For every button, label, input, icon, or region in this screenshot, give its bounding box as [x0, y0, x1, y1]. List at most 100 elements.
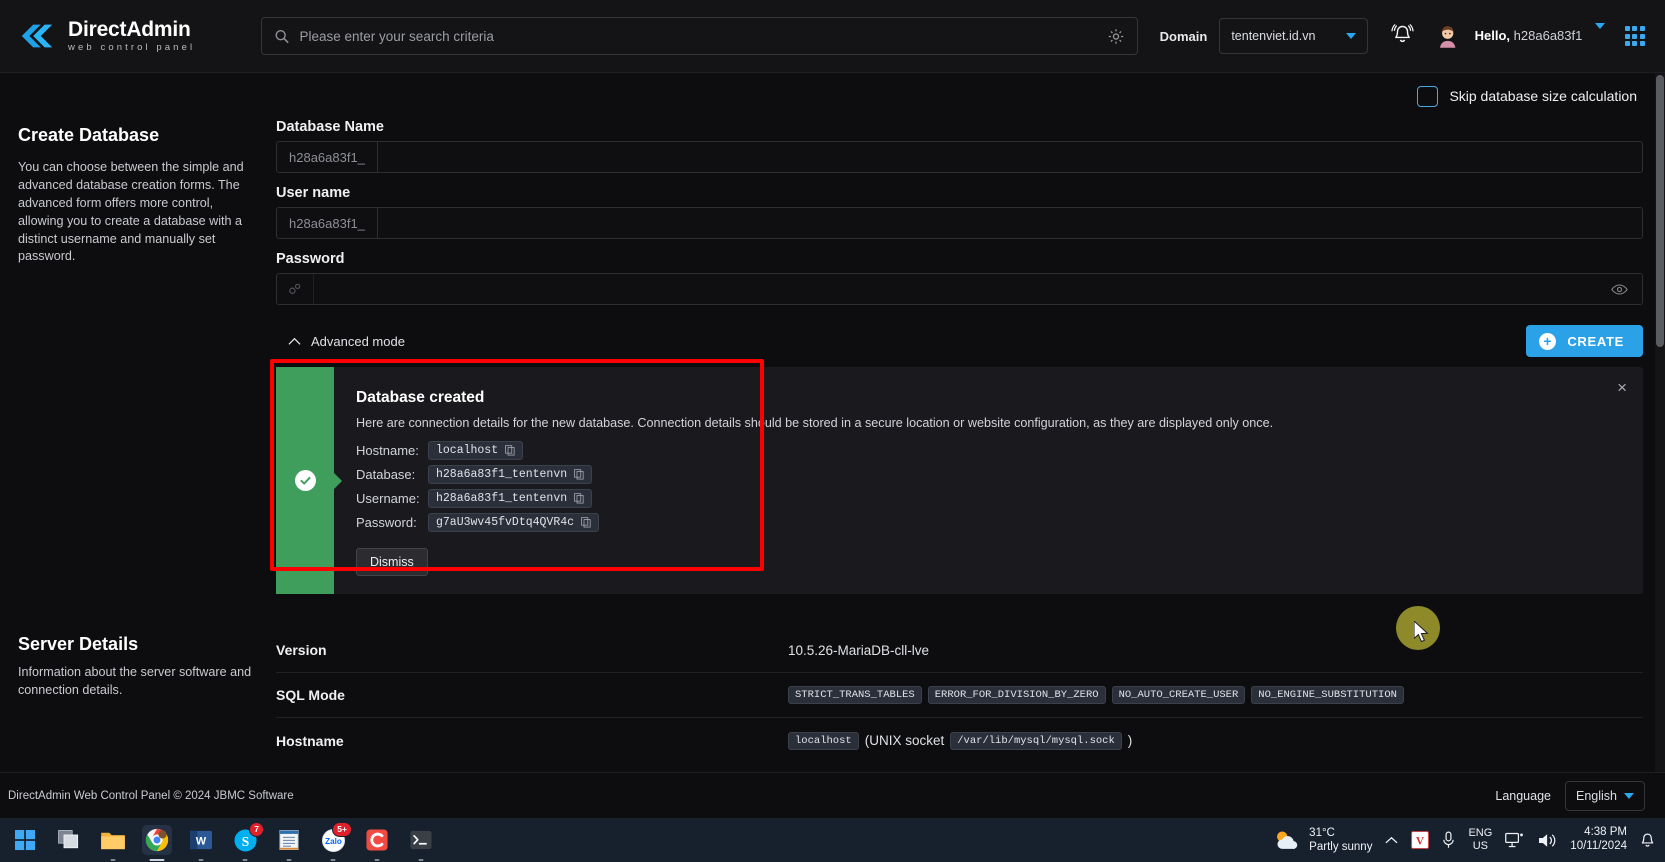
- credential-row: Database: h28a6a83f1_tentenvn: [356, 465, 1643, 484]
- app-running-dot: [330, 858, 336, 861]
- sql-mode-values: STRICT_TRANS_TABLES ERROR_FOR_DIVISION_B…: [788, 686, 1404, 704]
- unikey-icon[interactable]: V: [1411, 831, 1430, 849]
- search-icon: [274, 29, 289, 43]
- database-name-field[interactable]: h28a6a83f1_: [276, 141, 1643, 173]
- hostname-value: localhost (UNIX socket /var/lib/mysql/my…: [788, 731, 1132, 750]
- svg-text:S: S: [241, 833, 248, 848]
- skip-db-size-calculation-checkbox[interactable]: Skip database size calculation: [1417, 85, 1637, 107]
- app-running-dot: [286, 858, 292, 861]
- credential-text: h28a6a83f1_tentenvn: [436, 492, 568, 505]
- app-grid-icon[interactable]: [1624, 26, 1645, 46]
- domain-label: Domain: [1159, 28, 1208, 44]
- advanced-mode-label: Advanced mode: [311, 333, 405, 349]
- app-active-indicator: [149, 858, 165, 861]
- system-tray: 31°C Partly sunny V ENG US 4:38 PM 10/11…: [1273, 826, 1659, 855]
- user-menu[interactable]: Hello, h28a6a83f1: [1474, 23, 1605, 45]
- notepad-icon[interactable]: [274, 825, 304, 861]
- notification-center-bell-icon[interactable]: [1640, 832, 1655, 849]
- password-input[interactable]: [314, 274, 1597, 304]
- copy-icon[interactable]: [581, 517, 591, 528]
- hostname-label: Hostname: [276, 732, 344, 749]
- credential-value-password[interactable]: g7aU3wv45fvDtq4QVR4c: [428, 513, 600, 532]
- google-chrome-icon[interactable]: [142, 825, 172, 861]
- clock-widget[interactable]: 4:38 PM 10/11/2024: [1570, 826, 1627, 854]
- greeting-prefix: Hello,: [1474, 27, 1511, 43]
- svg-text:V: V: [1416, 835, 1425, 847]
- footer-language-area: Language English: [1495, 780, 1645, 811]
- database-name-input[interactable]: [377, 142, 1642, 172]
- credential-value-database[interactable]: h28a6a83f1_tentenvn: [428, 465, 593, 484]
- database-name-prefix: h28a6a83f1_: [277, 142, 378, 172]
- toggle-password-visibility-icon[interactable]: [1597, 274, 1642, 304]
- advanced-mode-toggle[interactable]: Advanced mode: [276, 334, 405, 349]
- greeting-username: h28a6a83f1: [1513, 27, 1583, 43]
- domain-selector[interactable]: tentenviet.id.vn: [1219, 18, 1369, 54]
- close-icon[interactable]: ×: [1617, 379, 1627, 396]
- alert-title: Database created: [356, 389, 485, 406]
- user-name-label: User name: [276, 185, 351, 201]
- skip-db-size-calculation-label: Skip database size calculation: [1449, 88, 1637, 104]
- user-avatar-icon[interactable]: [1435, 23, 1460, 49]
- language-selected-value: English: [1576, 788, 1617, 803]
- scrollbar-thumb[interactable]: [1656, 75, 1664, 347]
- network-icon[interactable]: [1505, 832, 1525, 849]
- credential-value-username[interactable]: h28a6a83f1_tentenvn: [428, 489, 593, 508]
- sql-mode-chip: NO_ENGINE_SUBSTITUTION: [1251, 686, 1404, 704]
- credential-key: Password:: [356, 515, 417, 530]
- credential-key: Database:: [356, 467, 416, 482]
- dismiss-button[interactable]: Dismiss: [356, 548, 428, 576]
- search-input[interactable]: [299, 28, 1107, 44]
- zalo-badge: 5+: [332, 822, 352, 837]
- chevron-up-icon: [288, 337, 301, 345]
- page-scrollbar[interactable]: [1655, 73, 1665, 772]
- user-name-field[interactable]: h28a6a83f1_: [276, 207, 1643, 239]
- server-details-table: Version 10.5.26-MariaDB-cll-lve SQL Mode…: [276, 628, 1665, 763]
- desktop-screen: DirectAdmin web control panel D: [0, 0, 1665, 862]
- page-description: You can choose between the simple and ad…: [18, 160, 244, 264]
- password-field[interactable]: [276, 273, 1643, 305]
- terminal-icon[interactable]: [406, 825, 436, 861]
- copy-icon[interactable]: [505, 445, 515, 456]
- checkbox-box[interactable]: [1417, 85, 1439, 107]
- search-bar[interactable]: [260, 17, 1138, 55]
- server-details-description: Information about the server software an…: [18, 665, 252, 697]
- alert-description: Here are connection details for the new …: [356, 416, 1274, 430]
- brand-logo-area[interactable]: DirectAdmin web control panel: [18, 17, 243, 55]
- clock-time: 4:38 PM: [1584, 826, 1627, 839]
- hostname-note-open: (UNIX socket: [864, 733, 945, 748]
- brand-subtitle: web control panel: [68, 42, 196, 54]
- generate-password-icon[interactable]: [277, 274, 314, 304]
- user-name-input[interactable]: [377, 208, 1642, 238]
- database-created-alert: Database created Here are connection det…: [276, 367, 1643, 594]
- database-created-alert-zone: Database created Here are connection det…: [270, 359, 1643, 594]
- coccoc-browser-icon[interactable]: [362, 825, 392, 861]
- start-button-icon[interactable]: [10, 825, 40, 855]
- clock-date: 10/11/2024: [1570, 840, 1627, 852]
- copy-icon[interactable]: [574, 469, 584, 480]
- database-name-label: Database Name: [276, 119, 384, 135]
- zalo-icon[interactable]: Zalo 5+: [318, 822, 352, 861]
- file-explorer-icon[interactable]: [98, 825, 128, 861]
- input-language-indicator[interactable]: ENG US: [1468, 827, 1492, 852]
- weather-widget[interactable]: 31°C Partly sunny: [1273, 826, 1372, 855]
- credential-key: Hostname:: [356, 443, 419, 458]
- microphone-icon[interactable]: [1442, 831, 1455, 849]
- language-selector[interactable]: English: [1565, 780, 1645, 811]
- app-header: DirectAdmin web control panel D: [0, 0, 1665, 73]
- show-hidden-icons-chevron-up-icon[interactable]: [1385, 836, 1398, 845]
- volume-icon[interactable]: [1538, 832, 1557, 849]
- chevron-down-icon: [1346, 33, 1357, 39]
- app-running-dot: [198, 858, 204, 861]
- gear-icon[interactable]: [1107, 28, 1125, 45]
- notification-bell-icon[interactable]: [1390, 22, 1415, 51]
- advanced-mode-row: Advanced mode + CREATE: [276, 319, 1643, 363]
- microsoft-word-icon[interactable]: W: [186, 825, 216, 861]
- skype-icon[interactable]: S 7: [230, 822, 264, 861]
- credential-value-hostname[interactable]: localhost: [428, 441, 524, 460]
- domain-selected-value: tentenviet.id.vn: [1231, 29, 1316, 43]
- copy-icon[interactable]: [574, 493, 584, 504]
- create-button[interactable]: + CREATE: [1526, 325, 1643, 357]
- credential-text: g7aU3wv45fvDtq4QVR4c: [436, 516, 575, 529]
- task-view-icon[interactable]: [54, 825, 84, 855]
- chevron-down-icon: [1594, 23, 1605, 45]
